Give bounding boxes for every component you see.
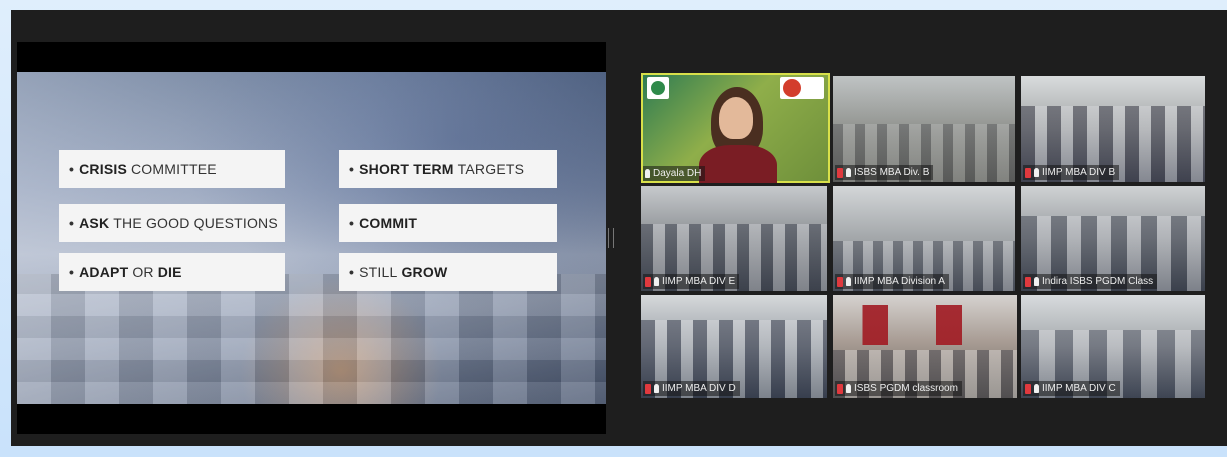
participant-name-label: ISBS PGDM classroom: [835, 381, 962, 396]
video-tile[interactable]: IIMP MBA Division A: [833, 186, 1015, 291]
participant-name-label: ISBS MBA Div. B: [835, 165, 934, 180]
microphone-muted-icon: [1025, 276, 1031, 287]
microphone-icon: [1034, 168, 1039, 177]
presentation-slide: • CRISIS COMMITTEE • SHORT TERM TARGETS • ASK…: [17, 72, 606, 404]
participant-name-label: IIMP MBA DIV B: [1023, 165, 1120, 180]
microphone-muted-icon: [837, 167, 843, 178]
participant-name-label: IIMP MBA DIV E: [643, 274, 740, 289]
participant-name-label: Dayala DH: [643, 166, 706, 181]
split-view-handle[interactable]: [608, 228, 614, 248]
participant-name-label: IIMP MBA Division A: [835, 274, 949, 289]
slide-bullet: • ADAPT OR DIE: [59, 253, 285, 291]
microphone-muted-icon: [1025, 383, 1031, 394]
shared-screen[interactable]: • CRISIS COMMITTEE • SHORT TERM TARGETS • ASK…: [17, 42, 606, 434]
microphone-icon: [654, 277, 659, 286]
video-tile[interactable]: Dayala DH: [641, 73, 830, 183]
microphone-icon: [1034, 277, 1039, 286]
microphone-icon: [846, 168, 851, 177]
microphone-muted-icon: [645, 276, 651, 287]
microphone-icon: [846, 384, 851, 393]
microphone-muted-icon: [837, 276, 843, 287]
microphone-icon: [654, 384, 659, 393]
microphone-icon: [1034, 384, 1039, 393]
microphone-muted-icon: [645, 383, 651, 394]
slide-bullet: • COMMIT: [339, 204, 557, 242]
slide-bullet: • CRISIS COMMITTEE: [59, 150, 285, 188]
video-tile[interactable]: ISBS PGDM classroom: [833, 295, 1017, 398]
chessboard-background: [17, 274, 606, 404]
participant-name-label: IIMP MBA DIV C: [1023, 381, 1120, 396]
video-tile[interactable]: IIMP MBA DIV C: [1021, 295, 1205, 398]
college-logo-icon: [647, 77, 669, 99]
video-tile[interactable]: ISBS MBA Div. B: [833, 76, 1015, 182]
microphone-muted-icon: [837, 383, 843, 394]
slide-bullet: • STILL GROW: [339, 253, 557, 291]
video-tile[interactable]: IIMP MBA DIV B: [1021, 76, 1205, 182]
slide-bullet: • ASK THE GOOD QUESTIONS: [59, 204, 285, 242]
microphone-icon: [645, 169, 650, 178]
microphone-icon: [846, 277, 851, 286]
video-tile[interactable]: IIMP MBA DIV D: [641, 295, 827, 398]
video-tile[interactable]: IIMP MBA DIV E: [641, 186, 827, 291]
participant-name-label: Indira ISBS PGDM Class: [1023, 274, 1158, 289]
institute-logo-icon: [780, 77, 824, 99]
microphone-muted-icon: [1025, 167, 1031, 178]
participant-name-label: IIMP MBA DIV D: [643, 381, 740, 396]
video-tile[interactable]: Indira ISBS PGDM Class: [1021, 186, 1205, 291]
slide-bullet: • SHORT TERM TARGETS: [339, 150, 557, 188]
